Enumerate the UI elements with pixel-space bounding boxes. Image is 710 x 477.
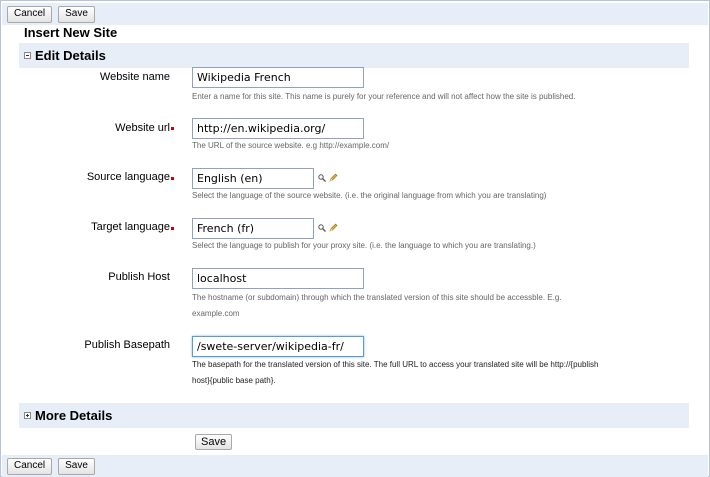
target-language-label: Target language	[91, 221, 170, 233]
publish-basepath-help-line1: The basepath for the translated version …	[192, 360, 599, 369]
expand-plus-icon[interactable]	[24, 412, 31, 419]
source-language-help: Select the language of the source websit…	[192, 191, 547, 200]
edit-details-header[interactable]: Edit Details	[19, 43, 689, 68]
source-language-actions	[318, 173, 338, 182]
save-button[interactable]: Save	[58, 457, 95, 475]
form-window: Cancel Save Insert New Site Edit Details…	[0, 0, 710, 477]
more-details-header[interactable]: More Details	[19, 403, 689, 428]
page-title: Insert New Site	[24, 25, 118, 40]
target-language-input[interactable]	[192, 218, 314, 239]
publish-host-input[interactable]	[192, 268, 364, 289]
publish-host-label: Publish Host	[108, 271, 170, 283]
required-marker	[171, 227, 174, 230]
website-name-help: Enter a name for this site. This name is…	[192, 92, 576, 101]
website-name-label: Website name	[99, 71, 170, 83]
publish-host-help-line2: example.com	[192, 309, 240, 318]
required-marker	[171, 177, 174, 180]
top-toolbar: Cancel Save	[2, 3, 708, 25]
required-marker	[171, 127, 174, 130]
publish-basepath-label: Publish Basepath	[84, 339, 170, 351]
source-language-label: Source language	[86, 171, 170, 183]
target-language-actions	[318, 223, 338, 232]
publish-basepath-input[interactable]	[192, 336, 364, 357]
collapse-minus-icon[interactable]	[24, 52, 31, 59]
publish-basepath-help-line2: host}{public base path}.	[192, 376, 276, 385]
edit-details-title: Edit Details	[35, 48, 106, 63]
target-language-help: Select the language to publish for your …	[192, 241, 536, 250]
bottom-toolbar: Cancel Save	[2, 455, 708, 477]
website-url-label: Website url	[115, 122, 170, 134]
magnifier-icon[interactable]	[318, 223, 326, 232]
magnifier-icon[interactable]	[318, 173, 326, 182]
form-save-button[interactable]: Save	[195, 434, 233, 450]
more-details-title: More Details	[35, 408, 113, 423]
source-language-input[interactable]	[192, 168, 314, 189]
pencil-icon[interactable]	[329, 223, 338, 232]
website-url-help: The URL of the source website. e.g http:…	[192, 141, 390, 150]
publish-host-help-line1: The hostname (or subdomain) through whic…	[192, 293, 562, 302]
cancel-button[interactable]: Cancel	[7, 457, 53, 475]
cancel-button[interactable]: Cancel	[7, 5, 53, 23]
website-name-input[interactable]	[192, 67, 364, 88]
pencil-icon[interactable]	[329, 173, 338, 182]
website-url-input[interactable]	[192, 118, 364, 139]
save-button[interactable]: Save	[58, 5, 95, 23]
